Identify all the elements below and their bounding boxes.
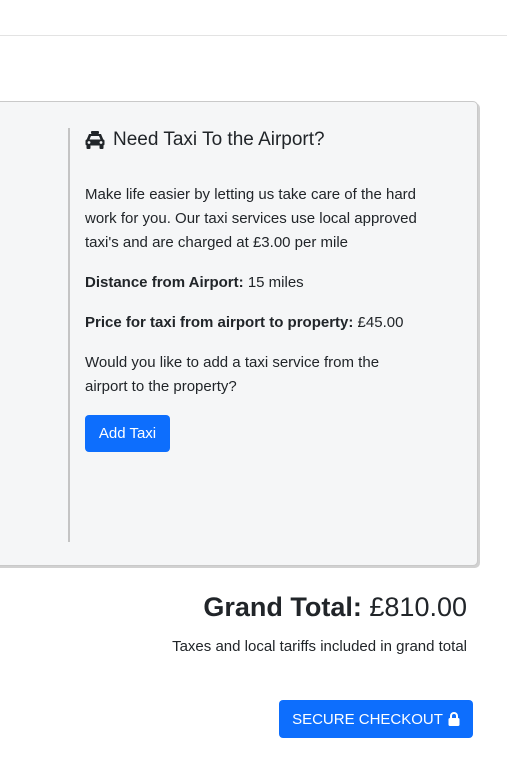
grand-total: Grand Total: £810.00 <box>203 592 467 623</box>
add-taxi-button[interactable]: Add Taxi <box>85 415 170 452</box>
taxi-intro: Make life easier by letting us take care… <box>85 186 417 251</box>
card-vertical-divider <box>68 128 70 542</box>
distance-label: Distance from Airport: <box>85 274 244 291</box>
taxi-question: Would you like to add a taxi service fro… <box>85 354 380 395</box>
secure-checkout-button[interactable]: SECURE CHECKOUT <box>279 700 473 738</box>
price-label: Price for taxi from airport to property: <box>85 314 354 331</box>
price-value: £45.00 <box>357 314 404 331</box>
taxi-heading: Need Taxi To the Airport? <box>85 128 325 152</box>
taxi-icon <box>85 131 105 149</box>
distance-row: Distance from Airport: 15 miles <box>85 271 445 295</box>
checkout-label: SECURE CHECKOUT <box>292 710 443 728</box>
price-row: Price for taxi from airport to property:… <box>85 311 445 335</box>
grand-total-label: Grand Total: <box>203 592 362 622</box>
distance-value: 15 miles <box>247 274 304 291</box>
lock-icon <box>448 712 460 726</box>
header-divider <box>0 35 507 36</box>
taxi-title: Need Taxi To the Airport? <box>113 129 325 150</box>
tax-note: Taxes and local tariffs included in gran… <box>172 638 467 655</box>
grand-total-value: £810.00 <box>369 592 467 622</box>
